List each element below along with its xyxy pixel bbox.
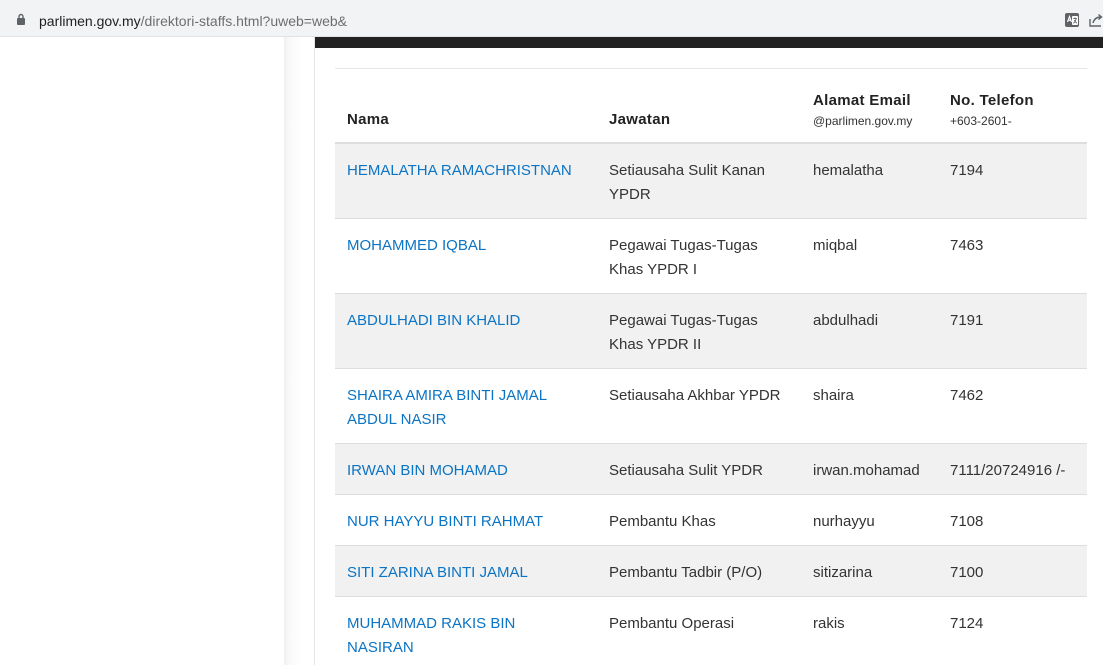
cell-name: ABDULHADI BIN KHALID [335, 294, 597, 369]
header-phone-label: No. Telefon [950, 92, 1075, 109]
staff-name-link[interactable]: MOHAMMED IQBAL [347, 237, 486, 254]
cell-position: Setiausaha Sulit YPDR [597, 444, 801, 495]
cell-name: NUR HAYYU BINTI RAHMAT [335, 495, 597, 546]
cell-phone: 7108 [938, 495, 1087, 546]
cell-email: abdulhadi [801, 294, 938, 369]
cell-name: SITI ZARINA BINTI JAMAL [335, 546, 597, 597]
left-blank-pane [0, 37, 284, 665]
staff-name-link[interactable]: ABDULHADI BIN KHALID [347, 312, 520, 329]
cell-name: MUHAMMAD RAKIS BIN NASIRAN [335, 597, 597, 671]
staff-name-link[interactable]: HEMALATHA RAMACHRISTNAN [347, 162, 572, 179]
cell-phone: 7124 [938, 597, 1087, 671]
table-row: ABDULHADI BIN KHALID Pegawai Tugas-Tugas… [335, 294, 1087, 369]
cell-phone: 7463 [938, 219, 1087, 294]
cell-position: Pembantu Operasi [597, 597, 801, 671]
cell-name: IRWAN BIN MOHAMAD [335, 444, 597, 495]
staff-name-link[interactable]: SHAIRA AMIRA BINTI JAMAL ABDUL NASIR [347, 387, 547, 428]
url-text[interactable]: parlimen.gov.my/direktori-staffs.html?uw… [39, 12, 347, 30]
staff-directory-table: Nama Jawatan Alamat Email @parlimen.gov.… [335, 69, 1087, 671]
directory-content: Nama Jawatan Alamat Email @parlimen.gov.… [314, 37, 1103, 665]
cell-phone: 7111/20724916 /- [938, 444, 1087, 495]
staff-name-link[interactable]: IRWAN BIN MOHAMAD [347, 462, 508, 479]
staff-name-link[interactable]: NUR HAYYU BINTI RAHMAT [347, 513, 543, 530]
header-name: Nama [335, 69, 597, 143]
url-host: parlimen.gov.my [39, 13, 141, 29]
cell-name: HEMALATHA RAMACHRISTNAN [335, 143, 597, 219]
cell-phone: 7194 [938, 143, 1087, 219]
url-path: /direktori-staffs.html?uweb=web& [141, 13, 347, 29]
pane-divider [284, 37, 314, 665]
translate-icon[interactable] [1064, 12, 1080, 28]
cell-position: Setiausaha Sulit Kanan YPDR [597, 143, 801, 219]
cell-position: Pegawai Tugas-Tugas Khas YPDR II [597, 294, 801, 369]
staff-name-link[interactable]: SITI ZARINA BINTI JAMAL [347, 564, 528, 581]
header-phone: No. Telefon +603-2601- [938, 69, 1087, 143]
cell-position: Setiausaha Akhbar YPDR [597, 369, 801, 444]
cell-email: shaira [801, 369, 938, 444]
cell-email: sitizarina [801, 546, 938, 597]
table-row: HEMALATHA RAMACHRISTNAN Setiausaha Sulit… [335, 143, 1087, 219]
table-row: SHAIRA AMIRA BINTI JAMAL ABDUL NASIR Set… [335, 369, 1087, 444]
cell-phone: 7100 [938, 546, 1087, 597]
table-row: IRWAN BIN MOHAMAD Setiausaha Sulit YPDR … [335, 444, 1087, 495]
header-phone-prefix: +603-2601- [950, 114, 1075, 128]
omnibox[interactable]: parlimen.gov.my/direktori-staffs.html?uw… [4, 3, 1103, 33]
cell-name: SHAIRA AMIRA BINTI JAMAL ABDUL NASIR [335, 369, 597, 444]
header-email: Alamat Email @parlimen.gov.my [801, 69, 938, 143]
content-dark-bar [315, 37, 1103, 48]
cell-email: nurhayyu [801, 495, 938, 546]
header-email-label: Alamat Email [813, 92, 926, 109]
lock-icon[interactable] [16, 13, 26, 25]
table-row: NUR HAYYU BINTI RAHMAT Pembantu Khas nur… [335, 495, 1087, 546]
cell-position: Pegawai Tugas-Tugas Khas YPDR I [597, 219, 801, 294]
cell-email: irwan.mohamad [801, 444, 938, 495]
table-row: MUHAMMAD RAKIS BIN NASIRAN Pembantu Oper… [335, 597, 1087, 671]
table-row: MOHAMMED IQBAL Pegawai Tugas-Tugas Khas … [335, 219, 1087, 294]
cell-name: MOHAMMED IQBAL [335, 219, 597, 294]
cell-phone: 7191 [938, 294, 1087, 369]
cell-email: miqbal [801, 219, 938, 294]
cell-position: Pembantu Tadbir (P/O) [597, 546, 801, 597]
browser-address-bar: parlimen.gov.my/direktori-staffs.html?uw… [0, 0, 1103, 37]
share-icon[interactable] [1088, 12, 1103, 28]
staff-name-link[interactable]: MUHAMMAD RAKIS BIN NASIRAN [347, 615, 515, 656]
cell-email: rakis [801, 597, 938, 671]
table-row: SITI ZARINA BINTI JAMAL Pembantu Tadbir … [335, 546, 1087, 597]
cell-email: hemalatha [801, 143, 938, 219]
header-email-domain: @parlimen.gov.my [813, 114, 926, 128]
cell-phone: 7462 [938, 369, 1087, 444]
cell-position: Pembantu Khas [597, 495, 801, 546]
header-position: Jawatan [597, 69, 801, 143]
table-header-row: Nama Jawatan Alamat Email @parlimen.gov.… [335, 69, 1087, 143]
